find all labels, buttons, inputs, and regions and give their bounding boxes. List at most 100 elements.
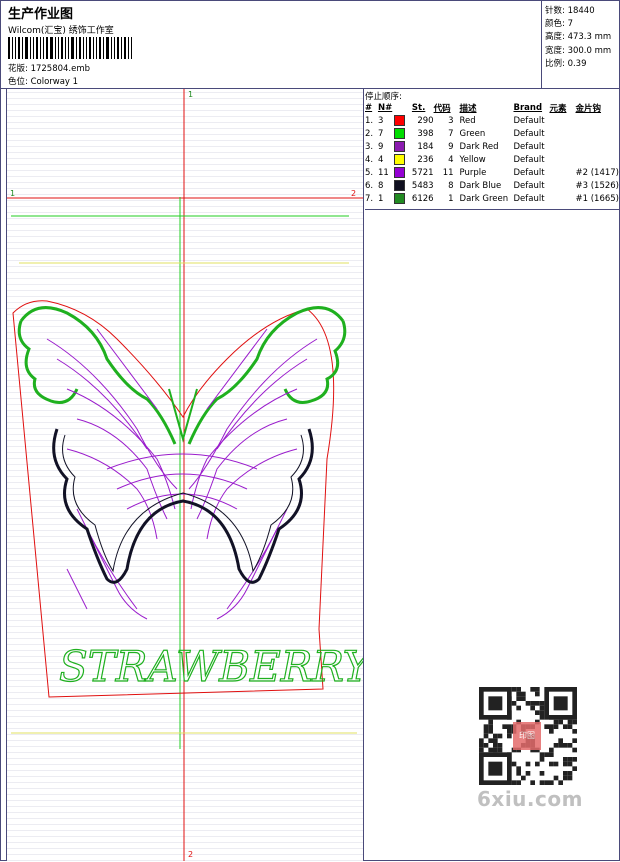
table-row: 7. 1 6126 1 Dark Green Default #1 (1665) [365, 192, 619, 205]
cell-desc: Green [459, 128, 486, 139]
cell-elements [549, 179, 575, 192]
cell-needle: 8 [377, 180, 384, 191]
cell-elements [549, 114, 575, 127]
cell-code: 3 [448, 115, 454, 126]
cell-desc: Dark Red [459, 141, 499, 152]
cell-code: 1 [448, 193, 454, 204]
dark-blue-arch [52, 428, 314, 584]
stitch-count: 针数: 18440 [545, 6, 595, 16]
stop-sequence-panel: 停止顺序: # N# St. 代码 描述 Brand 元素 金片钩 1. 3 2… [365, 89, 620, 861]
cell-swatch [393, 140, 412, 153]
cell-sequin [576, 140, 620, 153]
cell-swatch [393, 153, 412, 166]
cell-stitches: 236 [417, 154, 434, 165]
col-swatch [394, 101, 412, 114]
cell-brand: Default [513, 167, 545, 178]
company-name: Wilcom(汇宝) 绣饰工作室 [8, 26, 114, 36]
cell-seq: 2. [365, 128, 374, 139]
cell-brand: Default [513, 154, 545, 165]
table-row: 4. 4 236 4 Yellow Default [365, 153, 619, 166]
cell-brand: Default [513, 180, 545, 191]
col-stitches: St. [411, 102, 426, 113]
cell-code: 4 [448, 154, 454, 165]
seal-text: 印图 [519, 731, 535, 740]
embroidery-preview: STRAWBERRY 1 2 1 2 [7, 89, 363, 861]
cell-brand: Default [513, 141, 545, 152]
cell-needle: 11 [377, 167, 389, 178]
production-sheet: 生产作业图 Wilcom(汇宝) 绣饰工作室 花版: 1725804.emb 色… [0, 0, 620, 861]
cell-code: 9 [448, 141, 454, 152]
cell-sequin [576, 114, 620, 127]
cell-desc: Red [459, 115, 476, 126]
design-info: 花版: 1725804.emb [8, 62, 90, 74]
cell-seq: 3. [365, 141, 374, 152]
marker-bottom: 2 [188, 850, 193, 859]
cell-sequin: #3 (1526) [575, 180, 620, 191]
cell-sequin [576, 153, 620, 166]
design-height: 高度: 473.3 mm [545, 32, 612, 43]
cell-stitches: 5721 [411, 167, 434, 178]
col-desc: 描述 [459, 103, 477, 114]
color-count: 颜色: 7 [545, 19, 573, 30]
design-label: 花版: [8, 64, 28, 74]
col-brand: Brand [513, 102, 543, 113]
table-header-row: # N# St. 代码 描述 Brand 元素 金片钩 [365, 101, 619, 114]
design-scale: 比例: 0.39 [545, 58, 587, 69]
panel-divider [365, 209, 620, 210]
cell-seq: 7. [365, 193, 374, 204]
cell-swatch [393, 166, 412, 179]
cell-brand: Default [513, 193, 545, 204]
marker-left: 1 [10, 189, 15, 198]
color-swatch [393, 154, 405, 165]
cell-swatch [393, 114, 412, 127]
table-row: 5. 11 5721 11 Purple Default #2 (1417) [365, 166, 619, 179]
col-code: 代码 [433, 103, 451, 114]
red-outline [12, 300, 335, 698]
cell-elements [549, 192, 575, 205]
colorway-label: 色位: [8, 77, 28, 87]
cell-needle: 3 [377, 115, 384, 126]
color-swatch [393, 167, 405, 178]
cell-seq: 4. [365, 154, 374, 165]
col-sequin: 金片钩 [575, 103, 602, 114]
cell-desc: Yellow [459, 154, 486, 165]
table-row: 1. 3 290 3 Red Default [365, 114, 619, 127]
design-width: 宽度: 300.0 mm [545, 45, 612, 56]
cell-brand: Default [513, 128, 545, 139]
marker-top: 1 [188, 90, 193, 99]
cell-needle: 4 [377, 154, 384, 165]
cell-stitches: 290 [417, 115, 434, 126]
col-elements: 元素 [549, 103, 567, 114]
col-needle: N# [377, 102, 393, 113]
cell-desc: Dark Green [459, 193, 509, 204]
stats-panel: 针数: 18440 颜色: 7 高度: 473.3 mm 宽度: 300.0 m… [541, 1, 620, 89]
col-seq: # [365, 102, 373, 113]
color-swatch [393, 193, 405, 204]
table-row: 3. 9 184 9 Dark Red Default [365, 140, 619, 153]
cell-sequin: #2 (1417) [575, 167, 620, 178]
cell-needle: 9 [377, 141, 384, 152]
color-swatch [393, 141, 405, 152]
barcode [8, 37, 142, 59]
main-area: STRAWBERRY 1 2 1 2 停止顺序: # N# St. 代码 描述 … [1, 89, 620, 862]
cell-elements [549, 166, 575, 179]
cell-brand: Default [513, 115, 545, 126]
cell-swatch [393, 192, 412, 205]
stop-sequence-table: # N# St. 代码 描述 Brand 元素 金片钩 1. 3 290 3 Red De… [365, 101, 619, 205]
cell-stitches: 5483 [411, 180, 434, 191]
table-row: 2. 7 398 7 Green Default [365, 127, 619, 140]
cell-stitches: 6126 [411, 193, 434, 204]
cell-elements [549, 153, 575, 166]
cell-swatch [393, 179, 412, 192]
color-swatch [393, 128, 405, 139]
cell-seq: 5. [365, 167, 374, 178]
design-canvas: STRAWBERRY 1 2 1 2 [6, 89, 364, 861]
cell-code: 8 [448, 180, 454, 191]
cell-code: 7 [448, 128, 454, 139]
strawberry-text: STRAWBERRY [59, 642, 363, 691]
colorway-name: Colorway 1 [30, 77, 79, 87]
cell-sequin [576, 127, 620, 140]
cell-desc: Purple [459, 167, 487, 178]
cell-code: 11 [442, 167, 454, 178]
watermark-seal: 印图 [513, 722, 541, 750]
